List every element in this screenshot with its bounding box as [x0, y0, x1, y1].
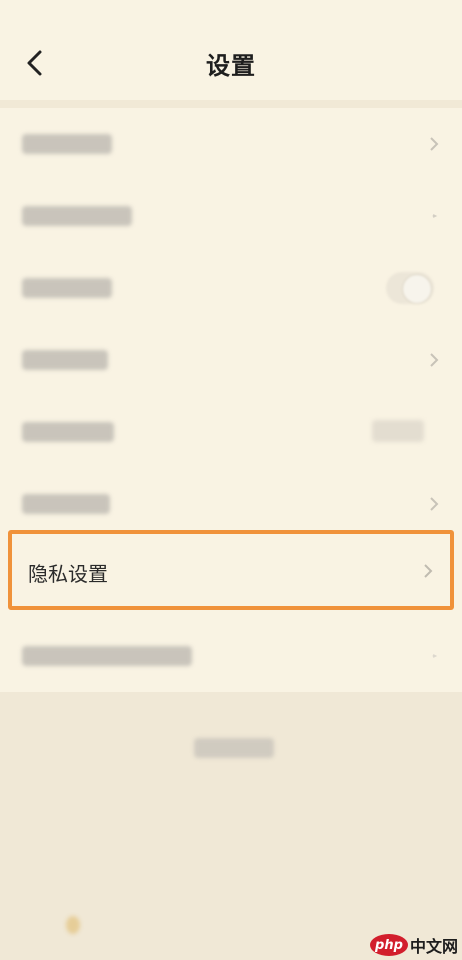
chevron-right-icon — [430, 137, 439, 151]
blurred-label — [22, 134, 112, 154]
page-title: 设置 — [206, 52, 256, 80]
php-logo-icon: php — [369, 934, 408, 956]
blurred-label — [22, 278, 112, 298]
toggle-switch[interactable] — [386, 272, 434, 304]
settings-row-blurred[interactable] — [0, 396, 462, 468]
chevron-right-icon — [432, 214, 438, 218]
blurred-label — [22, 206, 132, 226]
corner-mark — [66, 916, 80, 934]
settings-row-blurred[interactable] — [0, 324, 462, 396]
settings-row-blurred[interactable] — [0, 180, 462, 252]
blurred-label — [22, 422, 114, 442]
watermark: php 中文网 — [369, 932, 458, 958]
chevron-right-icon — [430, 353, 439, 367]
watermark-text: 中文网 — [409, 937, 458, 956]
privacy-settings-label: 隐私设置 — [28, 562, 108, 586]
chevron-right-icon — [430, 497, 439, 511]
blurred-label — [22, 494, 110, 514]
settings-row-blurred[interactable] — [0, 620, 462, 692]
settings-row-blurred[interactable] — [0, 252, 462, 324]
blurred-value — [372, 420, 424, 442]
chevron-right-icon — [424, 564, 433, 578]
privacy-settings-row[interactable]: 隐私设置 — [8, 530, 454, 610]
top-bar: 设置 — [0, 0, 462, 100]
blurred-label — [22, 646, 192, 666]
settings-row-blurred[interactable] — [0, 108, 462, 180]
blurred-bottom-link[interactable] — [194, 738, 274, 758]
header-divider — [0, 100, 462, 108]
blurred-label — [22, 350, 108, 370]
chevron-right-icon — [432, 654, 438, 658]
